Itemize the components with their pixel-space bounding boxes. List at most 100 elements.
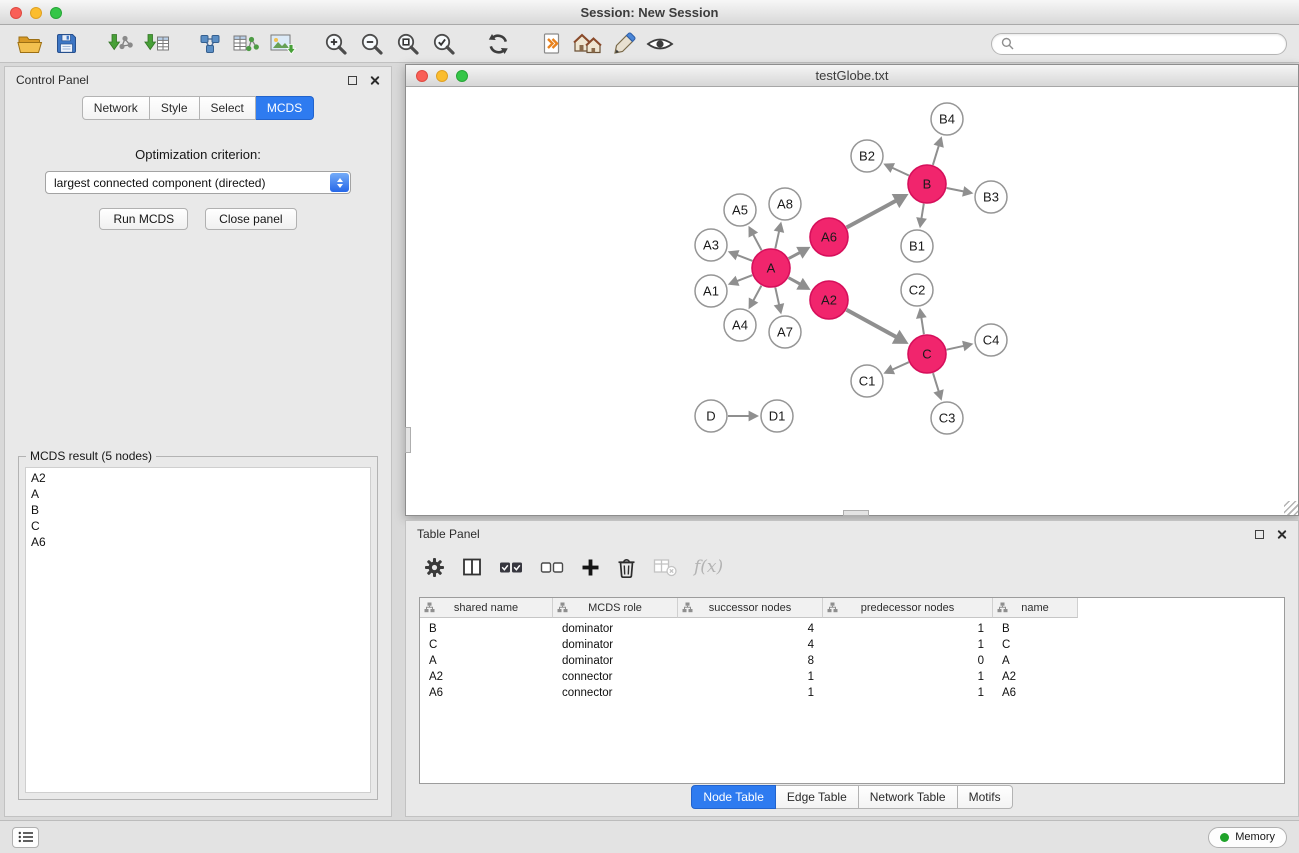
float-panel-icon[interactable] — [348, 76, 357, 85]
network-canvas[interactable]: B4B2BB3A5A8A6A3B1AA1C2A2A4A7C4CC1C3DD1 — [406, 87, 1298, 515]
result-item-a2[interactable]: A2 — [26, 470, 370, 486]
edge-A-A6[interactable] — [789, 247, 811, 259]
add-column-button[interactable] — [581, 558, 600, 577]
pane-handle-left[interactable] — [405, 427, 411, 453]
zoom-out-button[interactable] — [354, 29, 390, 59]
open-session-button[interactable] — [12, 29, 48, 59]
delete-table-button[interactable] — [653, 557, 677, 577]
function-builder-button[interactable]: f(x) — [694, 557, 723, 577]
search-field[interactable] — [991, 33, 1287, 55]
houses-button[interactable] — [570, 29, 606, 59]
edge-C-C2[interactable] — [916, 308, 927, 334]
edge-A-A3[interactable] — [728, 250, 753, 261]
node-A7[interactable]: A7 — [769, 316, 801, 348]
tab-style[interactable]: Style — [150, 96, 200, 120]
edge-A2-C[interactable] — [847, 310, 909, 344]
result-item-a[interactable]: A — [26, 486, 370, 502]
refresh-button[interactable] — [480, 29, 516, 59]
column-header-shared-name[interactable]: shared name — [420, 598, 553, 618]
table-row-a2[interactable]: A2connector11A2 — [420, 669, 1284, 685]
node-B4[interactable]: B4 — [931, 103, 963, 135]
edge-A-A7[interactable] — [774, 288, 785, 315]
node-A6[interactable]: A6 — [810, 218, 848, 256]
node-C3[interactable]: C3 — [931, 402, 963, 434]
edge-D-D1[interactable] — [728, 411, 759, 422]
close-panel-button[interactable]: Close panel — [205, 208, 296, 230]
node-C4[interactable]: C4 — [975, 324, 1007, 356]
run-mcds-button[interactable]: Run MCDS — [99, 208, 188, 230]
first-neighbors-button[interactable] — [534, 29, 570, 59]
import-network-button[interactable] — [102, 29, 138, 59]
network-close-button[interactable] — [416, 70, 428, 82]
table-settings-button[interactable] — [424, 557, 445, 578]
column-header-predecessor-nodes[interactable]: predecessor nodes — [823, 598, 993, 618]
tab-mcds[interactable]: MCDS — [256, 96, 314, 120]
close-panel-icon[interactable] — [369, 75, 380, 86]
export-image-button[interactable] — [264, 29, 300, 59]
close-window-button[interactable] — [10, 7, 22, 19]
table-row-a[interactable]: Adominator80A — [420, 653, 1284, 669]
node-B[interactable]: B — [908, 165, 946, 203]
minimize-window-button[interactable] — [30, 7, 42, 19]
node-C2[interactable]: C2 — [901, 274, 933, 306]
show-columns-button[interactable] — [462, 557, 482, 577]
table-row-a6[interactable]: A6connector11A6 — [420, 685, 1284, 701]
criterion-dropdown[interactable]: largest connected component (directed) — [45, 171, 351, 194]
select-all-button[interactable] — [499, 559, 523, 576]
tab-network[interactable]: Network — [82, 96, 150, 120]
memory-button[interactable]: Memory — [1208, 827, 1287, 848]
tab-select[interactable]: Select — [200, 96, 256, 120]
node-A2[interactable]: A2 — [810, 281, 848, 319]
save-session-button[interactable] — [48, 29, 84, 59]
pane-handle-bottom[interactable] — [843, 510, 869, 516]
result-item-a6[interactable]: A6 — [26, 534, 370, 550]
node-B1[interactable]: B1 — [901, 230, 933, 262]
table-row-b[interactable]: Bdominator41B — [420, 621, 1284, 637]
tab-motifs[interactable]: Motifs — [958, 785, 1013, 809]
node-B2[interactable]: B2 — [851, 140, 883, 172]
tab-node-table[interactable]: Node Table — [691, 785, 776, 809]
edge-A-A5[interactable] — [749, 226, 762, 251]
panel-menu-button[interactable] — [12, 827, 39, 848]
edge-B-B2[interactable] — [883, 163, 909, 175]
column-header-successor-nodes[interactable]: successor nodes — [678, 598, 823, 618]
node-D[interactable]: D — [695, 400, 727, 432]
node-A4[interactable]: A4 — [724, 309, 756, 341]
float-table-panel-icon[interactable] — [1255, 530, 1264, 539]
edge-A-A1[interactable] — [728, 275, 753, 286]
node-A5[interactable]: A5 — [724, 194, 756, 226]
show-hide-button[interactable] — [642, 29, 678, 59]
tab-network-table[interactable]: Network Table — [859, 785, 958, 809]
edge-A-A8[interactable] — [774, 222, 785, 249]
node-C[interactable]: C — [908, 335, 946, 373]
node-A[interactable]: A — [752, 249, 790, 287]
result-item-c[interactable]: C — [26, 518, 370, 534]
annotation-pen-button[interactable] — [606, 29, 642, 59]
import-table-button[interactable] — [138, 29, 174, 59]
new-network-button[interactable] — [192, 29, 228, 59]
edge-B-B1[interactable] — [916, 204, 927, 229]
result-item-b[interactable]: B — [26, 502, 370, 518]
edge-C-C1[interactable] — [883, 362, 908, 374]
table-row-c[interactable]: Cdominator41C — [420, 637, 1284, 653]
edge-C-C3[interactable] — [933, 373, 944, 401]
edge-B-B4[interactable] — [933, 136, 944, 165]
zoom-selected-button[interactable] — [426, 29, 462, 59]
node-A1[interactable]: A1 — [695, 275, 727, 307]
node-B3[interactable]: B3 — [975, 181, 1007, 213]
zoom-window-button[interactable] — [50, 7, 62, 19]
close-table-panel-icon[interactable] — [1276, 529, 1287, 540]
zoom-in-button[interactable] — [318, 29, 354, 59]
window-resize-grip[interactable] — [1284, 501, 1298, 515]
node-A3[interactable]: A3 — [695, 229, 727, 261]
zoom-fit-button[interactable] — [390, 29, 426, 59]
network-from-table-button[interactable] — [228, 29, 264, 59]
mcds-result-list[interactable]: A2ABCA6 — [25, 467, 371, 793]
edge-A-A2[interactable] — [789, 278, 811, 290]
edge-A6-B[interactable] — [847, 194, 909, 228]
edge-B-B3[interactable] — [947, 186, 974, 197]
edge-C-C4[interactable] — [947, 341, 974, 352]
node-A8[interactable]: A8 — [769, 188, 801, 220]
node-D1[interactable]: D1 — [761, 400, 793, 432]
tab-edge-table[interactable]: Edge Table — [776, 785, 859, 809]
